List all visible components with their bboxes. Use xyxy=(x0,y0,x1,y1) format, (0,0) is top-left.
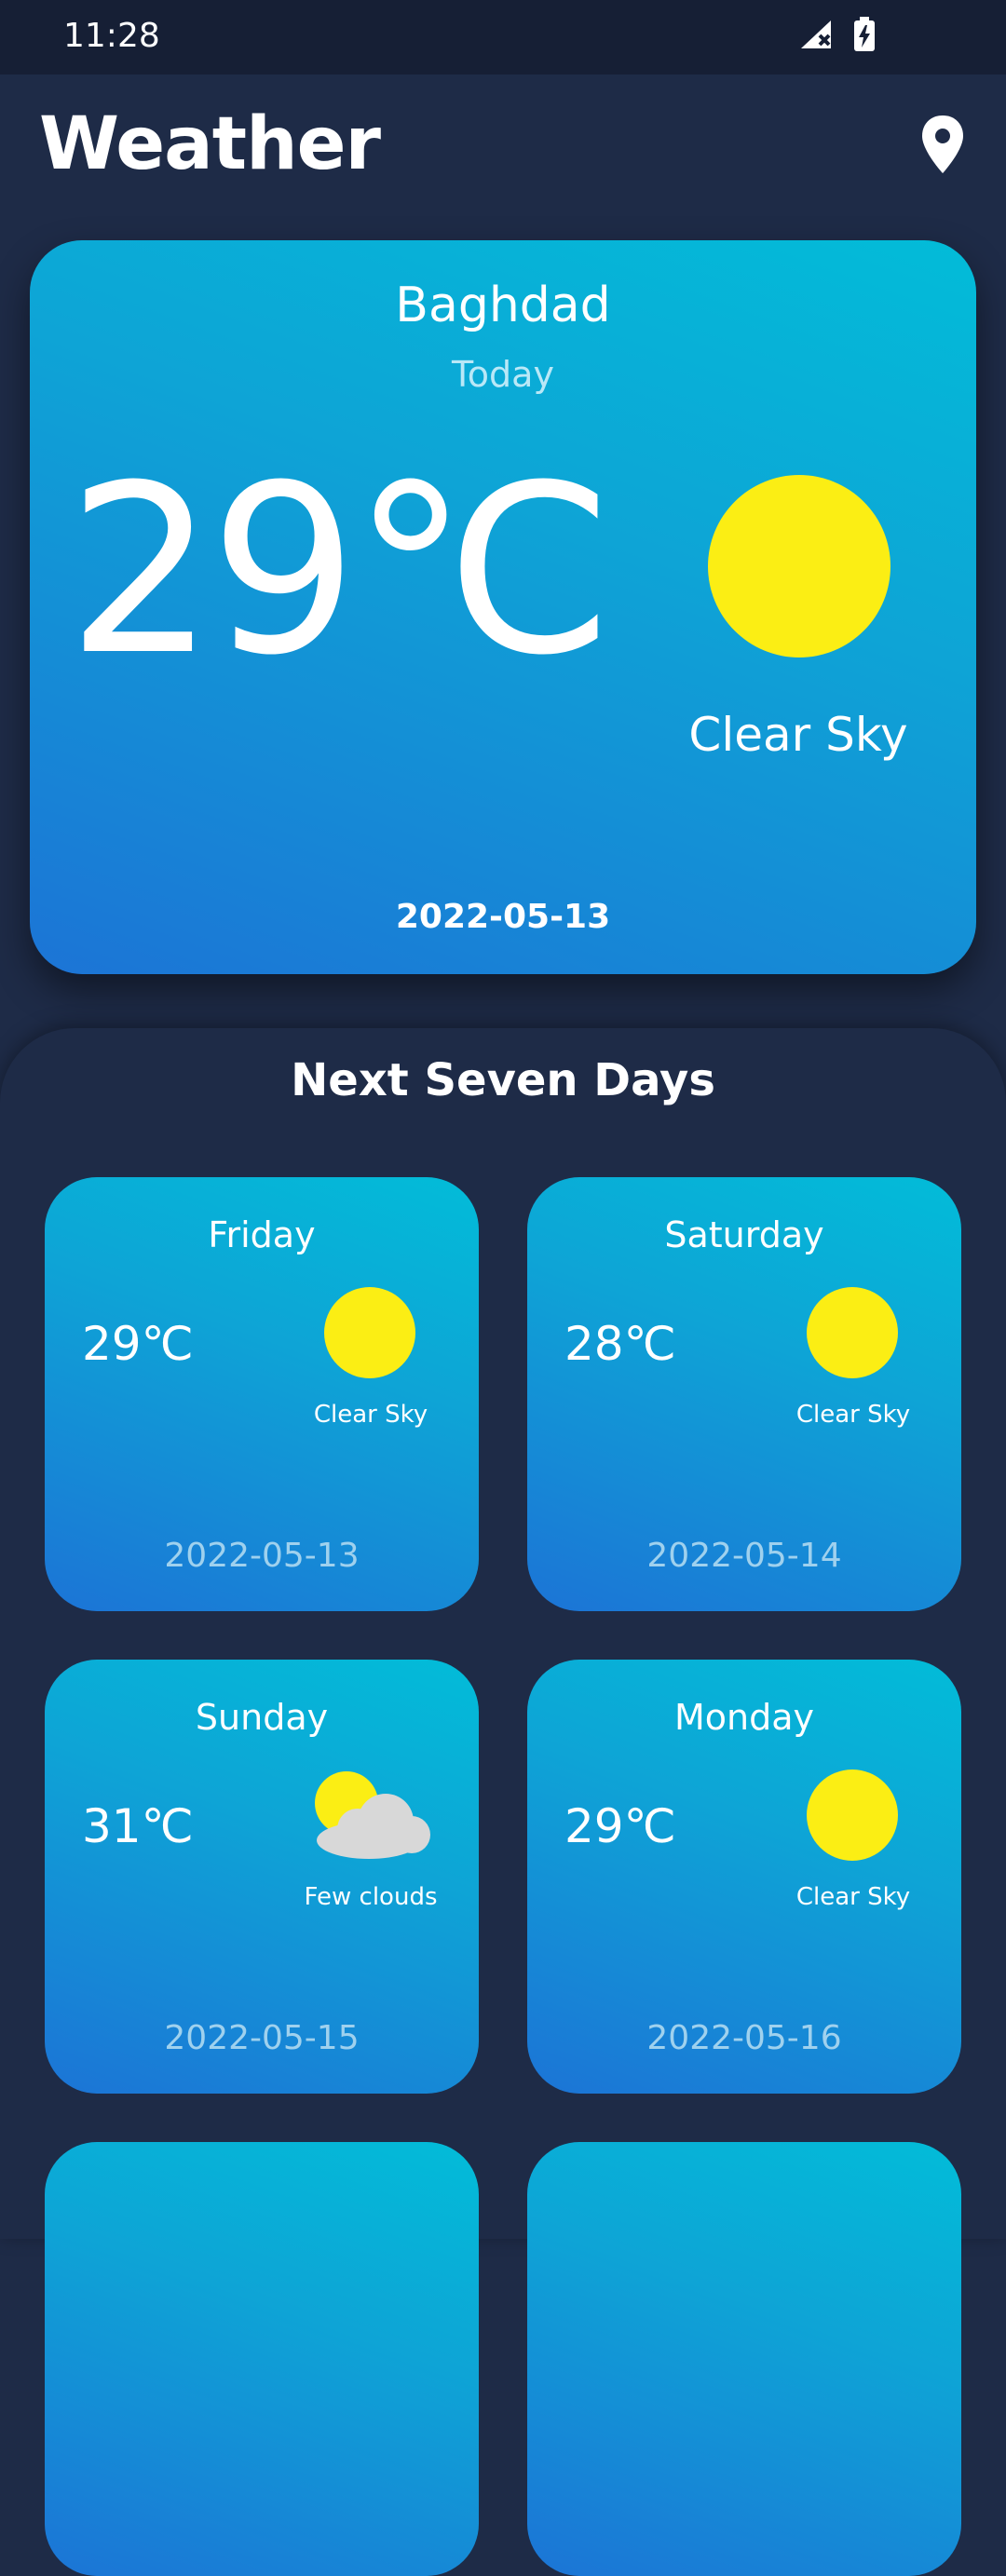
sun-icon xyxy=(324,1287,415,1378)
battery-charging-icon xyxy=(854,17,875,51)
today-weather-card: Baghdad Today 29℃ Clear Sky 2022-05-13 xyxy=(30,240,976,974)
signal-icon xyxy=(801,20,831,48)
day-date: 2022-05-13 xyxy=(164,1537,360,1575)
day-condition: Clear Sky xyxy=(795,1883,911,1911)
current-date: 2022-05-13 xyxy=(395,898,611,936)
sun-icon xyxy=(807,1287,898,1378)
day-date: 2022-05-14 xyxy=(646,1537,842,1575)
day-temperature: 28℃ xyxy=(564,1317,676,1371)
page-title: Weather xyxy=(39,102,381,186)
day-date: 2022-05-16 xyxy=(646,2019,842,2057)
day-condition: Clear Sky xyxy=(313,1401,428,1429)
day-name: Monday xyxy=(673,1697,814,1738)
sun-cloud-icon xyxy=(315,1771,430,1859)
forecast-day-card[interactable] xyxy=(45,2142,479,2576)
day-temperature: 29℃ xyxy=(82,1317,194,1371)
status-icons xyxy=(799,17,876,52)
today-label: Today xyxy=(452,354,554,395)
app-header: Weather xyxy=(0,75,1006,214)
forecast-panel: Next Seven Days Friday 29℃ Clear Sky 202… xyxy=(0,1028,1006,2576)
current-temperature: 29℃ xyxy=(67,435,614,706)
city-name: Baghdad xyxy=(395,278,611,333)
forecast-title: Next Seven Days xyxy=(291,1054,715,1106)
status-bar: 11:28 xyxy=(0,0,1006,75)
forecast-day-card[interactable]: Saturday 28℃ Clear Sky 2022-05-14 xyxy=(527,1177,961,1611)
forecast-day-card[interactable]: Sunday 31℃ Few clouds 2022-05-15 xyxy=(45,1660,479,2094)
location-pin-icon xyxy=(922,115,963,173)
forecast-day-card[interactable]: Monday 29℃ Clear Sky 2022-05-16 xyxy=(527,1660,961,2094)
forecast-day-card[interactable] xyxy=(527,2142,961,2576)
sun-icon xyxy=(807,1769,898,1861)
location-button[interactable] xyxy=(915,112,971,177)
day-date: 2022-05-15 xyxy=(164,2019,360,2057)
day-condition: Few clouds xyxy=(304,1883,438,1911)
day-name: Friday xyxy=(208,1214,316,1255)
day-condition: Clear Sky xyxy=(795,1401,911,1429)
day-name: Sunday xyxy=(195,1697,329,1738)
day-temperature: 31℃ xyxy=(82,1799,194,1853)
current-condition: Clear Sky xyxy=(688,708,908,762)
day-name: Saturday xyxy=(664,1214,824,1255)
day-temperature: 29℃ xyxy=(564,1799,676,1853)
status-time: 11:28 xyxy=(63,17,160,55)
sun-icon xyxy=(708,475,890,658)
forecast-day-card[interactable]: Friday 29℃ Clear Sky 2022-05-13 xyxy=(45,1177,479,1611)
